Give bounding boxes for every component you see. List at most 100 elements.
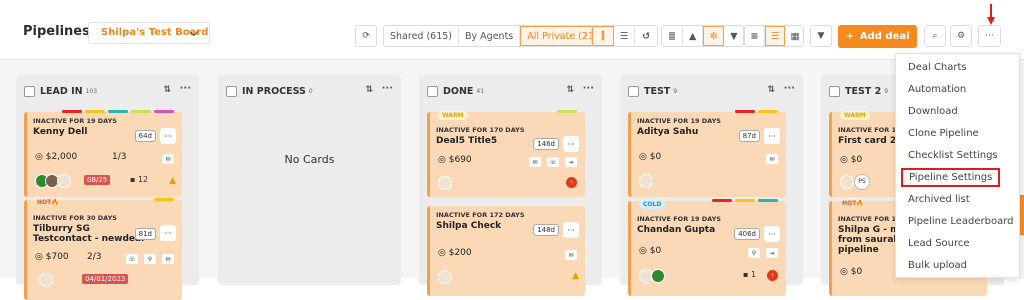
menu-item-checklist-settings[interactable]: Checklist Settings (908, 150, 998, 161)
view-mode-group: ⫿ ☰ ↺ (591, 25, 658, 47)
compact-view-button[interactable]: ≡ (745, 26, 765, 46)
column-more-icon[interactable]: ··· (583, 83, 594, 94)
won-deals-button[interactable]: ▲ (683, 26, 704, 46)
location-icon[interactable]: ⚲ (144, 254, 156, 264)
avatar (438, 176, 452, 190)
history-view-button[interactable]: ↺ (635, 26, 657, 46)
column-count: 9 (884, 87, 889, 95)
card-filter-group: ≣ ▲ ✲ ▼ (661, 25, 744, 47)
by-agents-filter[interactable]: By Agents (459, 26, 521, 46)
label-bars (735, 110, 778, 113)
kanban-view-button[interactable]: ⫿ (592, 26, 614, 46)
all-deals-button[interactable]: ≣ (662, 26, 683, 46)
overdue-icon: ‹ (566, 177, 577, 188)
label-bars (557, 110, 577, 113)
menu-item-pipeline-settings[interactable]: Pipeline Settings (901, 168, 1001, 187)
board-selector[interactable]: Shilpa's Test Board (88, 22, 210, 44)
lost-deals-button[interactable]: ▼ (724, 26, 743, 46)
deal-card[interactable]: INACTIVE FOR 19 DAYS Aditya Sahu 87d ···… (628, 110, 786, 197)
location-icon[interactable]: ⚲ (748, 248, 760, 258)
column-checkbox[interactable] (829, 85, 840, 97)
sort-icon[interactable]: ⇅ (767, 85, 775, 95)
inactive-label: INACTIVE FOR 30 DAYS (33, 214, 117, 222)
grid-icon: ▦ (790, 30, 800, 42)
menu-item-clone-pipeline[interactable]: Clone Pipeline (908, 128, 979, 139)
card-more-button[interactable]: ··· (764, 128, 780, 144)
card-more-button[interactable]: ··· (563, 222, 579, 238)
due-date-badge: 08/25 (84, 175, 111, 185)
column-title: TEST (644, 85, 671, 97)
search-icon: ⌕ (932, 31, 938, 41)
deal-card[interactable]: INACTIVE FOR 172 DAYS Shilpa Check 148d … (427, 206, 585, 296)
email-icon[interactable]: ✉ (529, 157, 541, 167)
email-icon[interactable]: ✉ (162, 154, 174, 164)
sort-icon[interactable]: ⇅ (566, 85, 574, 95)
inactive-label: INACTIVE FOR 172 DAYS (436, 211, 525, 219)
column-checkbox[interactable] (24, 85, 35, 97)
menu-item-bulk-upload[interactable]: Bulk upload (908, 260, 967, 271)
settings-button[interactable]: ⚙ (950, 25, 972, 47)
email-icon[interactable]: ✉ (766, 154, 778, 164)
deal-amount: ◎ $0 (840, 267, 863, 277)
menu-item-automation[interactable]: Automation (908, 84, 966, 95)
history-icon: ↺ (642, 30, 651, 42)
more-options-button[interactable]: ··· (978, 25, 1001, 47)
refresh-button[interactable]: ⟳ (355, 25, 377, 47)
column-more-icon[interactable]: ··· (382, 83, 393, 94)
menu-item-lead-source[interactable]: Lead Source (908, 238, 970, 249)
phone-icon[interactable]: ☏ (547, 157, 559, 167)
column-count: 0 (308, 87, 313, 95)
phone-icon[interactable]: ☏ (126, 254, 138, 264)
menu-item-archived-list[interactable]: Archived list (908, 194, 970, 205)
shared-filter[interactable]: Shared (615) (384, 26, 460, 46)
age-badge: 81d (134, 228, 156, 240)
deal-card[interactable]: WARM INACTIVE FOR 170 DAYS Deal5 Title5 … (427, 110, 585, 197)
card-more-button[interactable]: ··· (563, 136, 579, 152)
due-date-badge: 04/01/2023 (82, 274, 129, 284)
email-icon[interactable]: ✉ (162, 254, 174, 264)
open-deals-button[interactable]: ✲ (703, 26, 725, 46)
filter-icon: ▼ (817, 31, 825, 41)
column-lead-in: LEAD IN 103 ⇅ ··· INACTIVE FOR 19 DAYS Kenn… (16, 75, 199, 300)
card-more-button[interactable]: ··· (764, 226, 780, 242)
deal-card[interactable]: COLD INACTIVE FOR 19 DAYS Chandan Gupta … (628, 199, 786, 296)
column-checkbox[interactable] (427, 85, 438, 97)
column-header: DONE 41 ⇅ ··· (427, 83, 594, 99)
thumbs-up-icon: ▲ (688, 30, 697, 42)
menu-item-download[interactable]: Download (908, 106, 958, 117)
column-checkbox[interactable] (628, 85, 639, 97)
search-button[interactable]: ⌕ (924, 25, 946, 47)
column-more-icon[interactable]: ··· (784, 83, 795, 94)
column-checkbox[interactable] (226, 85, 237, 97)
sort-icon[interactable]: ⇅ (365, 85, 373, 95)
deal-amount: ◎ $0 (639, 152, 662, 162)
sort-icon[interactable]: ⇅ (163, 85, 171, 95)
empty-state: No Cards (284, 153, 335, 166)
exit-icon[interactable]: ⇥ (565, 157, 577, 167)
email-icon[interactable]: ✉ (565, 250, 577, 260)
list-icon: ☰ (619, 30, 629, 42)
normal-view-button[interactable]: ☰ (765, 26, 785, 46)
card-more-button[interactable]: ··· (160, 225, 176, 241)
warning-icon: ▲ (169, 176, 176, 186)
checklist-progress: 1/3 (112, 152, 127, 162)
deal-card[interactable]: INACTIVE FOR 19 DAYS Kenny Dell 64d ··· … (24, 110, 182, 197)
add-deal-label: Add deal (859, 31, 910, 42)
add-deal-button[interactable]: + Add deal (838, 25, 917, 48)
filter-button[interactable]: ▼ (810, 25, 832, 47)
board-area: LEAD IN 103 ⇅ ··· INACTIVE FOR 19 DAYS Kenn… (0, 60, 1024, 300)
menu-item-pipeline-leaderboard[interactable]: Pipeline Leaderboard (908, 216, 1013, 227)
inactive-label: INACTIVE FOR 19 DAYS (637, 117, 721, 125)
column-more-icon[interactable]: ··· (180, 83, 191, 94)
card-more-button[interactable]: ··· (160, 128, 176, 144)
warm-tag: WARM (438, 111, 468, 120)
exit-icon[interactable]: ⇥ (766, 248, 778, 258)
column-header: TEST 9 ⇅ ··· (628, 83, 795, 99)
menu-item-deal-charts[interactable]: Deal Charts (908, 62, 967, 73)
page-title: Pipelines (23, 24, 90, 39)
age-badge: 87d (738, 130, 760, 142)
grid-view-button[interactable]: ▦ (785, 26, 803, 46)
list-view-button[interactable]: ☰ (614, 26, 636, 46)
deal-card[interactable]: HOT🔥 INACTIVE FOR 30 DAYS Tilburry SG Te… (24, 198, 182, 300)
column-count: 41 (476, 87, 485, 95)
